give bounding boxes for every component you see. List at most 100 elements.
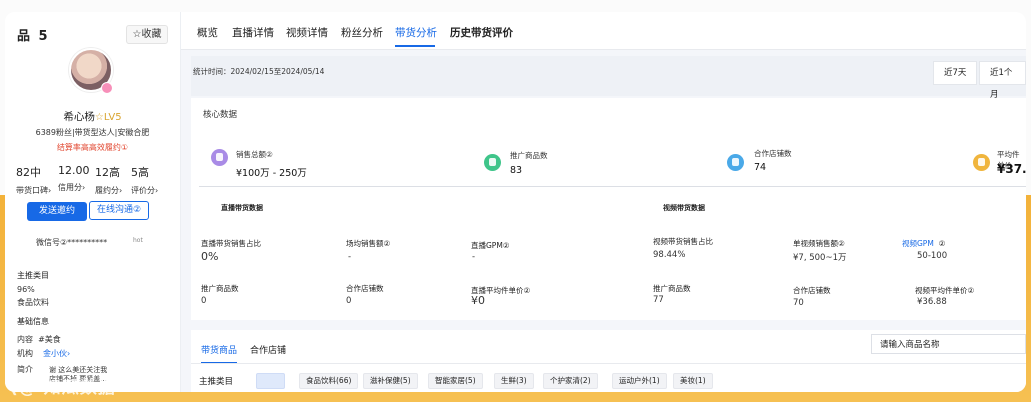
profile-meta: 6389粉丝|带货型达人|安徽合肥 xyxy=(35,128,150,137)
tab-shops[interactable]: 合作店铺 xyxy=(250,343,286,356)
kpi-label: 销售总额② xyxy=(236,150,273,159)
chip-beauty[interactable]: 美妆(1) xyxy=(673,373,713,389)
favorite-button[interactable]: ☆收藏 xyxy=(126,25,168,44)
contract-badge[interactable]: 结算率高高效履约① xyxy=(5,142,180,153)
send-invite-button[interactable]: 发送邀约 xyxy=(27,202,87,221)
kpi-value: 83 xyxy=(510,165,523,176)
stat-label: 带货口碑› xyxy=(16,186,52,195)
metric-label: 直播GPM② xyxy=(471,241,510,250)
influencer-name-text: 希心杨 xyxy=(63,111,95,123)
kpi-value: ¥37.01 xyxy=(997,162,1026,176)
product-search-input[interactable]: 请输入商品名称 xyxy=(871,334,1026,354)
stat-reputation[interactable]: 82中 带货口碑› xyxy=(16,164,56,196)
wechat-extra: hot xyxy=(133,237,143,244)
content-value: #美食 xyxy=(38,335,61,344)
tab-products[interactable]: 带货商品 xyxy=(201,343,237,356)
help-icon[interactable]: ② xyxy=(939,239,946,248)
stat-value: 12高 xyxy=(95,166,120,179)
tab-fan-analysis[interactable]: 粉丝分析 xyxy=(341,25,383,40)
category-filter-label: 主推类目 xyxy=(199,377,234,387)
metric-value: 0% xyxy=(201,250,219,263)
chip-smart-home[interactable]: 智能家居(5) xyxy=(428,373,483,389)
metric-label: 视频平均件单价② xyxy=(915,286,975,295)
metric-label: 推广商品数 xyxy=(201,284,239,293)
metric-value: - xyxy=(348,252,352,262)
metric-value: - xyxy=(472,252,476,262)
profile-title: 品 5 xyxy=(17,29,50,44)
core-data-card xyxy=(191,98,1026,320)
kpi-value: 74 xyxy=(754,162,767,173)
metric-label: 场均销售额② xyxy=(346,239,391,248)
content-row: 内容 #美食 xyxy=(17,334,61,345)
stat-value: 12.00 xyxy=(58,164,90,177)
metric-value: 77 xyxy=(653,295,664,305)
section-divider xyxy=(199,186,1026,187)
live-data-title: 直播带货数据 xyxy=(221,204,263,212)
tab-video-details[interactable]: 视频详情 xyxy=(286,25,328,40)
metric-value: 50-100 xyxy=(917,251,948,261)
tab-sales-analysis[interactable]: 带货分析 xyxy=(395,25,437,40)
product-icon xyxy=(484,154,501,171)
chip-health[interactable]: 滋补保健(5) xyxy=(363,373,418,389)
agency-row: 机构 金小伙› xyxy=(17,348,70,359)
chip-fresh[interactable]: 生鲜(3) xyxy=(494,373,534,389)
verified-badge-icon xyxy=(101,82,113,94)
metric-label: 单视频销售额② xyxy=(793,239,845,248)
stat-credit[interactable]: 12.00 信用分› xyxy=(58,164,98,193)
tab-history-reviews[interactable]: 历史带货评价 xyxy=(450,25,513,40)
metric-value: 70 xyxy=(793,298,804,308)
tab-overview[interactable]: 概览 xyxy=(197,25,218,40)
agency-link[interactable]: 金小伙› xyxy=(43,349,70,358)
stat-label: 评价分› xyxy=(131,186,159,195)
shop-icon xyxy=(727,154,744,171)
metric-value: 0 xyxy=(346,296,352,306)
metric-label: 视频带货销售占比 xyxy=(653,237,713,246)
chip-all[interactable]: 全部 xyxy=(256,373,285,389)
profile-panel: 品 5 ☆收藏 希心杨☆LV5 6389粉丝|带货型达人|安徽合肥 结算率高高效… xyxy=(5,12,181,392)
main-content: 概览 直播详情 视频详情 粉丝分析 带货分析 历史带货评价 统计时间：2024/… xyxy=(181,12,1026,392)
chip-food[interactable]: 食品饮料(66) xyxy=(299,373,359,389)
metric-label: 合作店铺数 xyxy=(346,284,384,293)
stat-rating[interactable]: 5高 评价分› xyxy=(131,164,171,196)
level-badge: ☆LV5 xyxy=(94,112,122,123)
chip-outdoor[interactable]: 运动户外(1) xyxy=(612,373,667,389)
kpi-label: 合作店铺数 xyxy=(754,149,792,158)
online-chat-button[interactable]: 在线沟通② xyxy=(89,201,149,220)
main-category-value: 食品饮料 xyxy=(17,298,49,307)
metric-value: 98.44% xyxy=(653,250,686,260)
agency-label: 机构 xyxy=(17,349,33,358)
metric-value: 0 xyxy=(201,296,207,306)
stat-value: 82中 xyxy=(16,166,41,179)
watermark-logo: (@ 知瓜数据 xyxy=(10,378,116,398)
range-7d-button[interactable]: 近7天 xyxy=(933,61,978,85)
metric-label: 视频GPM ② xyxy=(902,238,945,249)
metric-value: ¥7, 500~1万 xyxy=(793,253,847,263)
main-category-label: 主推类目 xyxy=(17,271,49,280)
wechat-id[interactable]: 微信号②********** xyxy=(36,237,107,248)
metric-value: ¥36.88 xyxy=(917,297,947,307)
kpi-value: ¥100万 - 250万 xyxy=(236,168,307,179)
influencer-name: 希心杨☆LV5 xyxy=(5,109,180,124)
app-window: 品 5 ☆收藏 希心杨☆LV5 6389粉丝|带货型达人|安徽合肥 结算率高高效… xyxy=(5,12,1026,392)
stat-fulfillment[interactable]: 12高 履约分› xyxy=(95,164,135,196)
basic-info-label: 基础信息 xyxy=(17,317,49,326)
active-tab-indicator xyxy=(395,45,435,47)
metric-label: 推广商品数 xyxy=(653,284,691,293)
main-category-pct: 96% xyxy=(17,285,35,294)
content-label: 内容 xyxy=(17,335,33,344)
kpi-label: 推广商品数 xyxy=(510,151,548,160)
stat-value: 5高 xyxy=(131,166,149,179)
range-1m-button[interactable]: 近1个月 xyxy=(979,61,1026,100)
price-icon xyxy=(973,154,990,171)
stat-label: 信用分› xyxy=(58,183,86,192)
stat-time: 统计时间：2024/02/15至2024/05/14 xyxy=(193,67,325,76)
sales-icon xyxy=(211,149,228,166)
video-data-title: 视频带货数据 xyxy=(663,204,705,212)
core-data-title: 核心数据 xyxy=(203,110,238,120)
chip-personal-care[interactable]: 个护家清(2) xyxy=(543,373,598,389)
bottom-divider xyxy=(191,363,1026,364)
video-gpm-link[interactable]: 视频GPM xyxy=(902,239,934,248)
tab-live-details[interactable]: 直播详情 xyxy=(232,25,274,40)
metric-label: 直播带货销售占比 xyxy=(201,239,261,248)
metric-label: 合作店铺数 xyxy=(793,286,831,295)
